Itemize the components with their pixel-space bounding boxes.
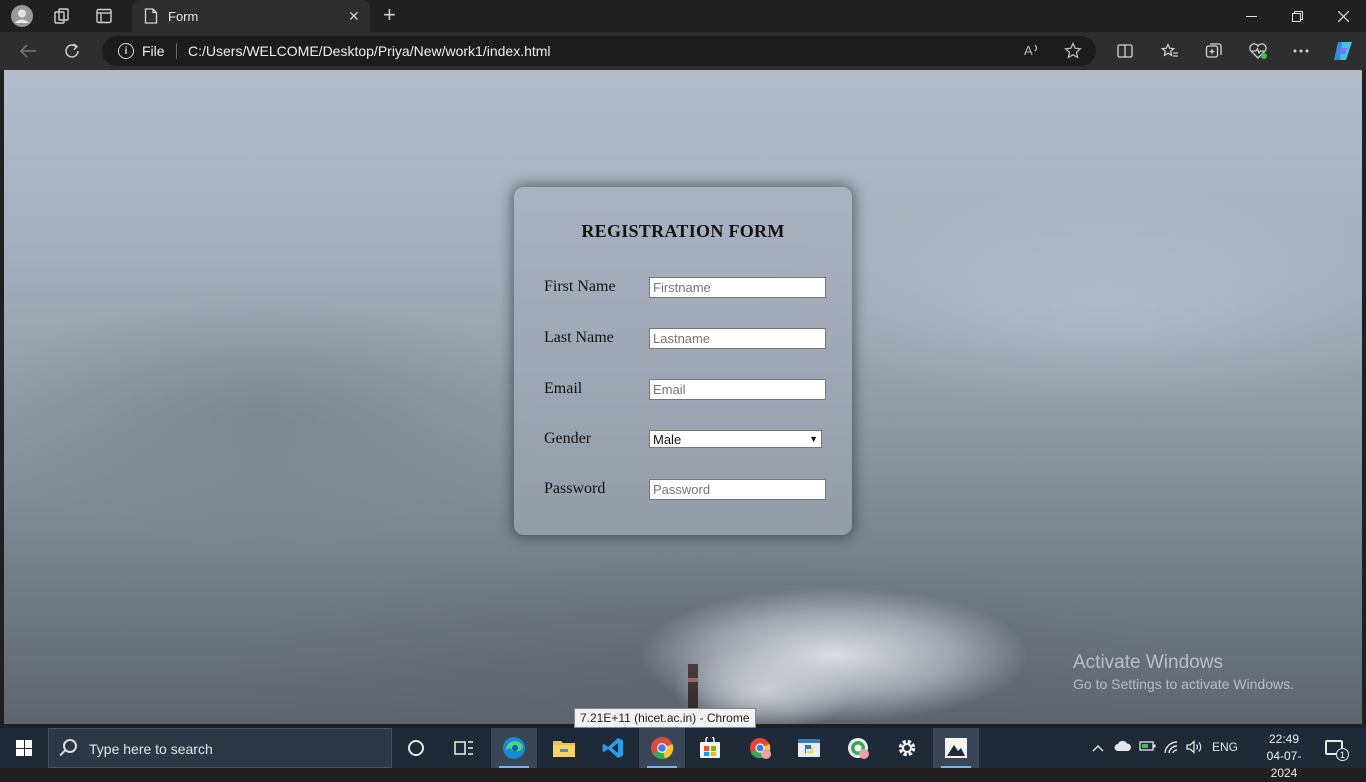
gender-selected-value: Male bbox=[653, 431, 682, 447]
photos-app-icon[interactable] bbox=[933, 728, 979, 768]
password-label: Password bbox=[544, 480, 606, 497]
chrome-app-alt-icon[interactable] bbox=[835, 728, 881, 768]
browser-tab-form[interactable]: Form ✕ bbox=[132, 0, 370, 32]
tab-title: Form bbox=[168, 9, 199, 24]
page-background: REGISTRATION FORM First Name Last Name E… bbox=[4, 70, 1362, 724]
search-placeholder: Type here to search bbox=[89, 741, 213, 757]
new-tab-button[interactable]: + bbox=[383, 4, 396, 26]
show-hidden-icons-chevron-icon[interactable] bbox=[1092, 740, 1104, 755]
cortana-icon[interactable] bbox=[393, 728, 439, 768]
registration-form-card: REGISTRATION FORM First Name Last Name E… bbox=[514, 187, 852, 535]
tab-close-icon[interactable]: ✕ bbox=[348, 8, 360, 25]
settings-gear-icon[interactable] bbox=[884, 728, 930, 768]
file-explorer-icon[interactable] bbox=[541, 728, 587, 768]
onedrive-cloud-icon[interactable] bbox=[1114, 740, 1132, 755]
python-idle-icon[interactable] bbox=[786, 728, 832, 768]
first-name-input[interactable] bbox=[649, 277, 826, 298]
minimize-icon[interactable] bbox=[1228, 0, 1274, 32]
svg-text:A: A bbox=[1024, 43, 1033, 58]
browser-essentials-icon[interactable] bbox=[1247, 40, 1269, 62]
taskbar-search-box[interactable]: Type here to search bbox=[48, 728, 392, 768]
copilot-icon[interactable] bbox=[1332, 40, 1354, 62]
clock-time: 22:49 bbox=[1268, 732, 1300, 746]
email-label: Email bbox=[544, 380, 583, 397]
back-arrow-icon[interactable] bbox=[17, 40, 39, 62]
notification-count-badge: 1 bbox=[1336, 748, 1349, 761]
address-bar[interactable]: i File C:/Users/WELCOME/Desktop/Priya/Ne… bbox=[102, 36, 1096, 66]
vscode-icon[interactable] bbox=[590, 728, 636, 768]
task-view-icon[interactable] bbox=[441, 728, 487, 768]
battery-icon[interactable] bbox=[1139, 740, 1157, 755]
favorite-star-icon[interactable] bbox=[1064, 41, 1082, 64]
chrome-profile-icon[interactable] bbox=[737, 728, 783, 768]
system-clock[interactable]: 22:49 04-07-2024 bbox=[1256, 731, 1312, 782]
site-info-icon[interactable]: i bbox=[118, 43, 134, 59]
windows-taskbar: Type here to search ENG 22:49 04-07-2024… bbox=[0, 728, 1366, 780]
settings-more-icon[interactable] bbox=[1290, 40, 1312, 62]
address-url[interactable]: C:/Users/WELCOME/Desktop/Priya/New/work1… bbox=[188, 43, 551, 59]
read-aloud-icon[interactable]: A bbox=[1024, 42, 1042, 62]
page-icon bbox=[144, 8, 158, 29]
tab-actions-icon[interactable] bbox=[93, 5, 115, 27]
input-language[interactable]: ENG bbox=[1212, 740, 1238, 754]
volume-speaker-icon[interactable] bbox=[1186, 740, 1204, 757]
profile-avatar-icon[interactable] bbox=[11, 5, 33, 27]
gender-label: Gender bbox=[544, 430, 592, 447]
last-name-input[interactable] bbox=[649, 328, 826, 349]
close-window-icon[interactable] bbox=[1320, 0, 1366, 32]
restore-icon[interactable] bbox=[1274, 0, 1320, 32]
split-screen-icon[interactable] bbox=[1114, 40, 1136, 62]
taskbar-tooltip: 7.21E+11 (hicet.ac.in) - Chrome bbox=[574, 708, 756, 728]
wifi-icon[interactable] bbox=[1163, 740, 1181, 757]
browser-title-bar: Form ✕ + bbox=[0, 0, 1366, 32]
microsoft-store-icon[interactable] bbox=[687, 728, 733, 768]
refresh-icon[interactable] bbox=[61, 40, 83, 62]
chrome-app-icon[interactable] bbox=[639, 728, 685, 768]
address-scheme-label[interactable]: File bbox=[142, 43, 165, 59]
email-input[interactable] bbox=[649, 379, 826, 400]
windows-logo-icon bbox=[16, 740, 32, 756]
gender-select[interactable]: Male ▼ bbox=[649, 430, 822, 448]
start-button[interactable] bbox=[0, 728, 48, 768]
collections-icon[interactable] bbox=[1203, 40, 1225, 62]
clock-date: 04-07-2024 bbox=[1266, 749, 1302, 780]
address-divider bbox=[176, 43, 177, 59]
first-name-label: First Name bbox=[544, 278, 616, 295]
chevron-down-icon: ▼ bbox=[809, 434, 818, 444]
last-name-label: Last Name bbox=[544, 329, 614, 346]
favorites-icon[interactable] bbox=[1159, 40, 1181, 62]
form-title: REGISTRATION FORM bbox=[581, 221, 785, 241]
activate-windows-subtitle: Go to Settings to activate Windows. bbox=[1073, 676, 1294, 692]
edge-app-icon[interactable] bbox=[491, 728, 537, 768]
workspaces-icon[interactable] bbox=[51, 5, 73, 27]
activate-windows-title: Activate Windows bbox=[1073, 652, 1223, 673]
browser-toolbar: i File C:/Users/WELCOME/Desktop/Priya/Ne… bbox=[0, 32, 1366, 70]
password-input[interactable] bbox=[649, 479, 826, 500]
search-icon bbox=[63, 739, 77, 753]
